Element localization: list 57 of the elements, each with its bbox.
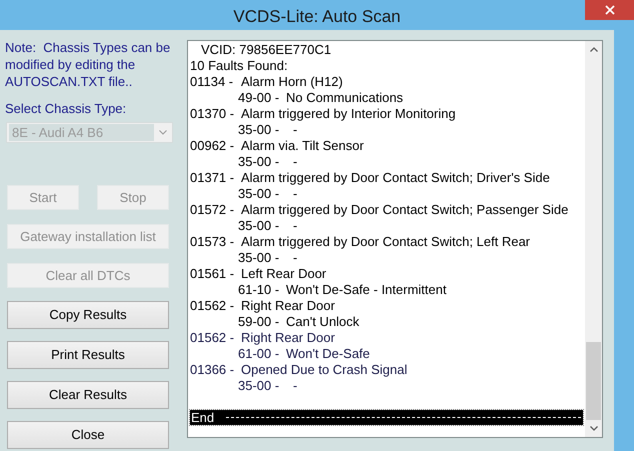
status-text: Won't De-Safe - Intermittent (286, 282, 446, 298)
fault-code: 01561 - (190, 266, 236, 282)
action-button[interactable]: Clear Results (7, 381, 169, 409)
status-code: 35-00 - (238, 154, 280, 170)
fault-code: 00962 - (190, 138, 236, 154)
fault-description: Alarm triggered by Door Contact Switch; Driver's Side (241, 170, 550, 186)
fault-count: 10 Faults Found: (190, 58, 289, 74)
chevron-down-icon (159, 130, 167, 135)
status-code: 35-00 - (238, 378, 280, 394)
fault-code: 01371 - (190, 170, 236, 186)
note-text: Note: Chassis Types can be modified by editing the AUTOSCAN.TXT file.. (5, 39, 172, 90)
status-text: Can't Unlock (286, 314, 360, 330)
action-button[interactable]: Print Results (7, 341, 169, 369)
fault-description: Alarm Horn (H12) (241, 74, 343, 90)
chassis-label: Select Chassis Type: (5, 101, 128, 117)
vcid-text: VCID: 79856EE770C1 (200, 42, 332, 58)
status-code: 49-00 - (238, 90, 280, 106)
fault-description: Left Rear Door (241, 266, 326, 282)
close-button[interactable] (585, 0, 634, 20)
fault-description: Right Rear Door (241, 330, 335, 346)
fault-description: Opened Due to Crash Signal (241, 362, 408, 378)
status-text: Won't De-Safe (286, 346, 370, 362)
fault-description: Alarm triggered by Door Contact Switch; Left Rear (241, 234, 530, 250)
fault-description: Alarm triggered by Interior Monitoring (241, 106, 456, 122)
status-text: - (292, 186, 298, 202)
fault-code: 01562 - (190, 298, 236, 314)
fault-code: 01562 - (190, 330, 236, 346)
status-text: - (292, 218, 298, 234)
status-text: No Communications (286, 90, 404, 106)
fault-code: 01572 - (190, 202, 236, 218)
status-code: 35-00 - (238, 122, 280, 138)
fault-description: Alarm via. Tilt Sensor (241, 138, 364, 154)
fault-code: 01370 - (190, 106, 236, 122)
status-code: 61-00 - (238, 346, 280, 362)
status-text: - (292, 154, 298, 170)
fault-description: Right Rear Door (241, 298, 335, 314)
close-icon (604, 5, 614, 15)
scroll-thumb[interactable] (586, 342, 601, 420)
fault-code: 01134 - (190, 74, 234, 90)
status-text: - (292, 250, 298, 266)
fault-code: 01366 - (190, 362, 236, 378)
scrollbar[interactable] (585, 41, 602, 437)
status-code: 61-10 - (238, 282, 280, 298)
action-button[interactable]: Close (7, 421, 169, 449)
status-code: 59-00 - (238, 314, 280, 330)
fault-code: 01573 - (190, 234, 236, 250)
status-text: - (292, 378, 298, 394)
scroll-up-icon[interactable] (590, 47, 598, 52)
status-code: 35-00 - (238, 218, 280, 234)
action-button[interactable]: Copy Results (7, 301, 169, 329)
status-text: - (292, 122, 298, 138)
status-code: 35-00 - (238, 186, 280, 202)
fault-description: Alarm triggered by Door Contact Switch; Passenger Side (241, 202, 568, 218)
status-code: 35-00 - (238, 250, 280, 266)
scroll-down-icon[interactable] (590, 426, 598, 431)
window-title: VCDS-Lite: Auto Scan (233, 6, 401, 28)
end-row[interactable]: End (190, 410, 583, 425)
